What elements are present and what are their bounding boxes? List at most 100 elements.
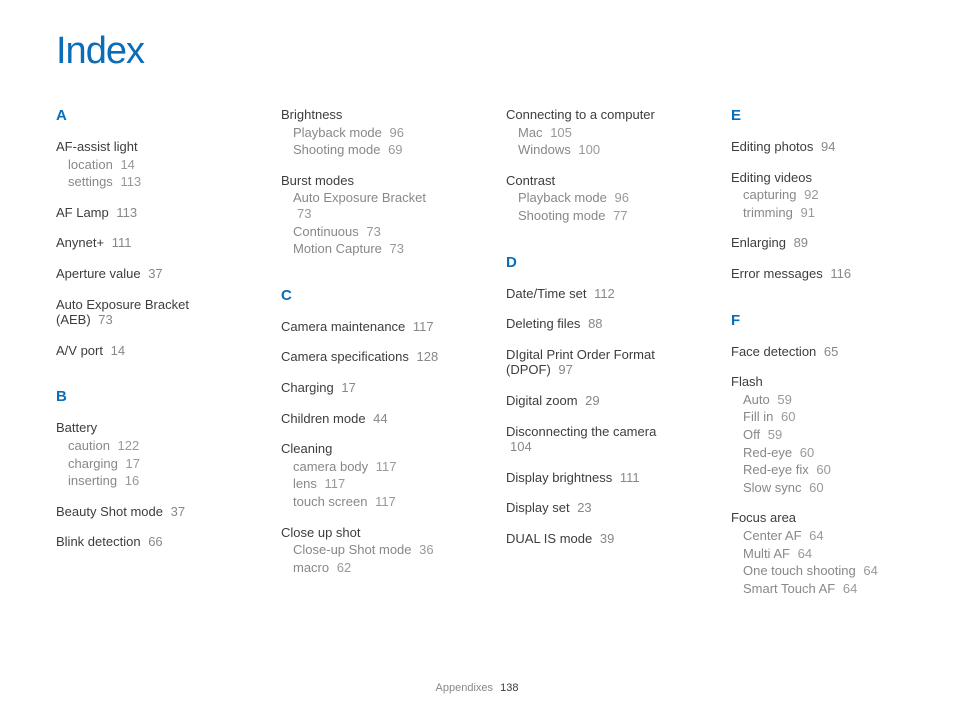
index-entry-page: 39: [600, 531, 614, 546]
index-entry-title[interactable]: Close up shot: [281, 525, 448, 541]
index-subentry[interactable]: Off 59: [743, 427, 898, 443]
index-entry-title[interactable]: Aperture value 37: [56, 266, 223, 282]
index-subentry-page: 14: [120, 157, 134, 172]
index-entry: Focus area Center AF 64 Multi AF 64One tou…: [731, 510, 898, 596]
index-entry-title[interactable]: Connecting to a computer: [506, 107, 673, 123]
index-entry-title[interactable]: Camera maintenance 117: [281, 319, 448, 335]
index-subentry[interactable]: macro 62: [293, 560, 448, 576]
index-entry-title[interactable]: Cleaning: [281, 441, 448, 457]
index-entry-title[interactable]: Auto Exposure Bracket (AEB) 73: [56, 297, 223, 328]
index-subentry[interactable]: One touch shooting 64: [743, 563, 898, 579]
index-entry-title[interactable]: Error messages 116: [731, 266, 898, 282]
index-entry: AF-assist light location 14settings 113: [56, 139, 223, 190]
index-subentry[interactable]: Windows 100: [518, 142, 673, 158]
index-subentry[interactable]: Motion Capture 73: [293, 241, 448, 257]
index-entry: Deleting files 88: [506, 316, 673, 332]
index-entry-title[interactable]: Disconnecting the camera 104: [506, 424, 673, 455]
index-subentry[interactable]: caution 122: [68, 438, 223, 454]
index-subentry[interactable]: Continuous 73: [293, 224, 448, 240]
index-subentry[interactable]: Playback mode 96: [518, 190, 673, 206]
index-subentry-page: 36: [419, 542, 433, 557]
index-entry-title[interactable]: Face detection 65: [731, 344, 898, 360]
index-subentry[interactable]: capturing 92: [743, 187, 898, 203]
index-subentry[interactable]: Red-eye 60: [743, 445, 898, 461]
index-letter: E: [731, 107, 898, 125]
index-entry-title[interactable]: Battery: [56, 420, 223, 436]
page-title: Index: [56, 30, 898, 73]
index-entry-title[interactable]: DUAL IS mode 39: [506, 531, 673, 547]
index-entry-title[interactable]: Editing photos 94: [731, 139, 898, 155]
index-entry-title[interactable]: Deleting files 88: [506, 316, 673, 332]
index-entry: ContrastPlayback mode 96 Shooting mode 77: [506, 173, 673, 224]
index-entry-page: 112: [594, 286, 615, 301]
index-subentry[interactable]: Slow sync 60: [743, 480, 898, 496]
index-entry-title[interactable]: AF Lamp 113: [56, 205, 223, 221]
index-entry-title[interactable]: Enlarging 89: [731, 235, 898, 251]
index-entry-title[interactable]: Digital zoom 29: [506, 393, 673, 409]
index-entry: Anynet+ 111: [56, 235, 223, 251]
index-entry: Auto Exposure Bracket (AEB) 73: [56, 297, 223, 328]
index-subentry[interactable]: Red-eye fix 60: [743, 462, 898, 478]
index-entry: Camera maintenance 117: [281, 319, 448, 335]
index-entry: Connecting to a computer Mac 105Windows 1…: [506, 107, 673, 158]
index-entry-title[interactable]: Editing videos: [731, 170, 898, 186]
index-entry-page: 104: [510, 439, 532, 454]
index-subentry-page: 59: [768, 427, 782, 442]
index-entry-page: 89: [794, 235, 808, 250]
index-subentry[interactable]: Fill in 60: [743, 409, 898, 425]
index-entry-title[interactable]: Focus area: [731, 510, 898, 526]
index-subentry[interactable]: camera body 117: [293, 459, 448, 475]
index-subentry[interactable]: Auto 59: [743, 392, 898, 408]
index-entry-title[interactable]: Children mode 44: [281, 411, 448, 427]
index-subentry[interactable]: touch screen 117: [293, 494, 448, 510]
index-subentry[interactable]: trimming 91: [743, 205, 898, 221]
index-entry-title[interactable]: Flash: [731, 374, 898, 390]
index-subentry[interactable]: Mac 105: [518, 125, 673, 141]
index-subentry-page: 91: [800, 205, 814, 220]
index-entry-title[interactable]: Display set 23: [506, 500, 673, 516]
index-subentry[interactable]: Multi AF 64: [743, 546, 898, 562]
index-entry-page: 65: [824, 344, 838, 359]
index-subentry[interactable]: Playback mode 96: [293, 125, 448, 141]
index-entry-title[interactable]: Burst modes: [281, 173, 448, 189]
index-entry: Face detection 65: [731, 344, 898, 360]
index-entry-title[interactable]: Contrast: [506, 173, 673, 189]
index-subentry-page: 60: [809, 480, 823, 495]
index-entry-title[interactable]: Beauty Shot mode 37: [56, 504, 223, 520]
index-subentry[interactable]: Center AF 64: [743, 528, 898, 544]
footer-page: 138: [500, 682, 518, 694]
index-col-0: AAF-assist lightlocation 14settings 113A…: [56, 107, 223, 611]
index-entry-title[interactable]: DIgital Print Order Format (DPOF) 97: [506, 347, 673, 378]
index-columns: AAF-assist lightlocation 14settings 113A…: [56, 107, 898, 611]
index-entry-title[interactable]: Charging 17: [281, 380, 448, 396]
index-entry-title[interactable]: Display brightness 111: [506, 470, 673, 486]
index-subentry[interactable]: Smart Touch AF 64: [743, 581, 898, 597]
index-entry-title[interactable]: Blink detection 66: [56, 534, 223, 550]
index-entry-title[interactable]: A/V port 14: [56, 343, 223, 359]
index-subentry[interactable]: charging 17: [68, 456, 223, 472]
index-entry-title[interactable]: AF-assist light: [56, 139, 223, 155]
index-entry: Date/Time set 112: [506, 286, 673, 302]
index-subentry-page: 73: [366, 224, 380, 239]
index-subentry[interactable]: Shooting mode 77: [518, 208, 673, 224]
index-subentry-page: 100: [578, 142, 600, 157]
index-entry-page: 29: [585, 393, 599, 408]
index-entry-title[interactable]: Brightness: [281, 107, 448, 123]
index-subentry-page: 62: [337, 560, 351, 575]
index-subentry[interactable]: Auto Exposure Bracket 73: [293, 190, 448, 221]
index-subentry[interactable]: location 14: [68, 157, 223, 173]
index-entry-title[interactable]: Camera specifications 128: [281, 349, 448, 365]
index-subentry-page: 60: [781, 409, 795, 424]
index-subentry[interactable]: Shooting mode 69: [293, 142, 448, 158]
index-entry-title[interactable]: Anynet+ 111: [56, 235, 223, 251]
index-entry-title[interactable]: Date/Time set 112: [506, 286, 673, 302]
index-entry: Children mode 44: [281, 411, 448, 427]
index-subentry[interactable]: Close-up Shot mode 36: [293, 542, 448, 558]
index-letter: C: [281, 287, 448, 305]
index-subentry-page: 117: [324, 476, 345, 491]
index-subentry-page: 64: [798, 546, 812, 561]
index-entry: Close up shotClose-up Shot mode 36 macro …: [281, 525, 448, 576]
index-subentry[interactable]: settings 113: [68, 174, 223, 190]
index-subentry[interactable]: inserting 16: [68, 473, 223, 489]
index-subentry[interactable]: lens 117: [293, 476, 448, 492]
